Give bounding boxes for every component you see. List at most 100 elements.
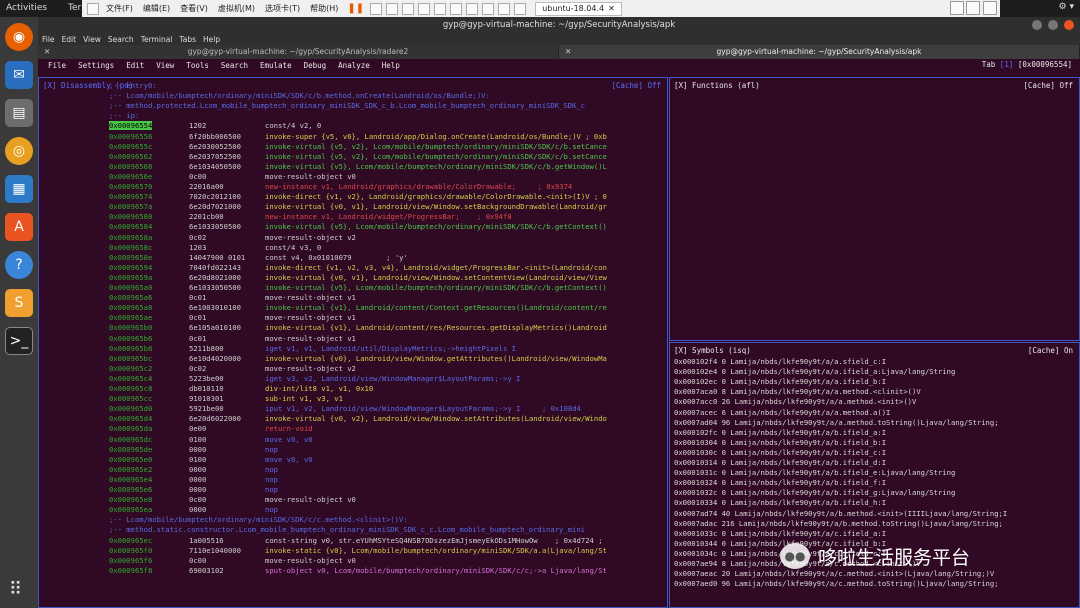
disasm-row[interactable]: 0x0009656e 0c00 move-result-object v0	[109, 172, 665, 182]
vm-menu-view[interactable]: 查看(V)	[176, 3, 212, 14]
symbol-row[interactable]: 0x0007aed0 96 Lamija/nbds/lkfe90y9t/a/c.…	[674, 579, 1078, 589]
r2-menu-tools[interactable]: Tools	[186, 61, 209, 70]
sublime-text-icon[interactable]: S	[5, 289, 33, 317]
disasm-row[interactable]: 0x000965dc 0100 move v0, v0	[109, 435, 665, 445]
symbol-row[interactable]: 0x00010314 0 Lamija/nbds/lkfe90y9t/a/b.i…	[674, 458, 1078, 468]
disasm-row[interactable]: 0x000965a8 6e1003010100 invoke-virtual {v1…	[109, 303, 665, 313]
r2-menu-search[interactable]: Search	[221, 61, 248, 70]
r2-menu-file[interactable]: File	[48, 61, 66, 70]
vm-menu-vm[interactable]: 虚拟机(M)	[214, 3, 259, 14]
vm-menu-file[interactable]: 文件(F)	[102, 3, 137, 14]
disasm-row[interactable]: 0x00096568 6e1034050500 invoke-virtual {v5…	[109, 162, 665, 172]
symbols-title[interactable]: [X] Symbols (isq)	[674, 346, 751, 355]
menu-search[interactable]: Search	[108, 35, 134, 44]
disasm-row[interactable]: 0x000965f0 7110e1040000 invoke-static {v0}…	[109, 546, 665, 556]
disasm-row[interactable]: 0x00096562 6e2037052500 invoke-virtual {v5…	[109, 152, 665, 162]
symbols-cache[interactable]: [Cache] On	[1028, 346, 1073, 355]
close-window-icon[interactable]	[983, 1, 997, 15]
disasm-row[interactable]: 0x000965e0 0100 move v0, v0	[109, 455, 665, 465]
r2-menu-help[interactable]: Help	[382, 61, 400, 70]
pause-icon[interactable]: ❚❚	[344, 3, 367, 14]
r2-menu-settings[interactable]: Settings	[78, 61, 114, 70]
disasm-row[interactable]: 0x000965da 0e00 return-void	[109, 424, 665, 434]
disasm-row[interactable]: 0x000965e2 0000 nop	[109, 465, 665, 475]
functions-panel[interactable]: [X] Functions (afl) [Cache] Off	[669, 77, 1080, 341]
fullscreen-icon[interactable]	[466, 2, 479, 15]
disasm-row[interactable]: 0x00096554 1202 const/4 v2, 0	[109, 121, 665, 131]
disasm-row[interactable]: 0x000965c8 db010110 div-int/lit8 v1, v1, 0…	[109, 384, 665, 394]
vm-tool-icon[interactable]	[386, 2, 399, 15]
disasm-row[interactable]: 0x000965a0 6e1033050500 invoke-virtual {v5…	[109, 283, 665, 293]
r2-menu-analyze[interactable]: Analyze	[338, 61, 370, 70]
disasm-row[interactable]: 0x0009655c 6e2030052500 invoke-virtual {v5…	[109, 142, 665, 152]
disasm-row[interactable]: 0x00096584 6e1033050500 invoke-virtual {v5…	[109, 222, 665, 232]
terminal-content[interactable]: File Settings Edit View Tools Search Emu…	[38, 59, 1080, 608]
functions-title[interactable]: [X] Functions (afl)	[674, 81, 760, 90]
maximize-icon[interactable]	[1048, 20, 1058, 30]
disasm-row[interactable]: 0x0009658e 14047900 0101 const v4, 0x01010…	[109, 253, 665, 263]
close-icon[interactable]	[1064, 20, 1074, 30]
software-center-icon[interactable]: A	[5, 213, 33, 241]
terminal-icon[interactable]: >_	[5, 327, 33, 355]
r2-menu-view[interactable]: View	[156, 61, 174, 70]
maximize-icon[interactable]	[966, 1, 980, 15]
show-applications-icon[interactable]: ⠿	[9, 579, 22, 600]
symbol-row[interactable]: 0x0007ad74 40 Lamija/nbds/lkfe90y9t/a/b.…	[674, 509, 1078, 519]
minimize-icon[interactable]	[1032, 20, 1042, 30]
functions-cache[interactable]: [Cache] Off	[1023, 81, 1073, 90]
disasm-row[interactable]: 0x000965ae 0c01 move-result-object v1	[109, 313, 665, 323]
menu-help[interactable]: Help	[203, 35, 220, 44]
r2-menu-edit[interactable]: Edit	[126, 61, 144, 70]
vm-menu-edit[interactable]: 编辑(E)	[139, 3, 174, 14]
symbol-row[interactable]: 0x0001032c 0 Lamija/nbds/lkfe90y9t/a/b.i…	[674, 488, 1078, 498]
disasm-row[interactable]: 0x0009659a 6e20d8021000 invoke-virtual {v0…	[109, 273, 665, 283]
terminal-app-indicator[interactable]: Ter	[68, 3, 81, 13]
stretch-icon[interactable]	[514, 2, 527, 15]
disasm-row[interactable]: 0x000965c4 5223be00 iget v3, v2, Landroid/…	[109, 374, 665, 384]
system-tray[interactable]: ⚙ ▾	[1059, 2, 1074, 12]
disasm-row[interactable]: 0x00096570 22016a00 new-instance v1, Landr…	[109, 182, 665, 192]
symbol-row[interactable]: 0x000102ec 0 Lamija/nbds/lkfe90y9t/a/a.i…	[674, 377, 1078, 387]
disasm-row[interactable]: 0x000965d4 6e20d6022000 invoke-virtual {v0…	[109, 414, 665, 424]
disasm-row[interactable]: 0x000965b0 6e105a010100 invoke-virtual {v1…	[109, 323, 665, 333]
files-icon[interactable]: ▤	[5, 99, 33, 127]
close-icon[interactable]: ✕	[565, 45, 571, 59]
menu-view[interactable]: View	[83, 35, 101, 44]
symbol-row[interactable]: 0x000102e4 0 Lamija/nbds/lkfe90y9t/a/a.i…	[674, 367, 1078, 377]
disasm-row[interactable]: 0x000965e6 0000 nop	[109, 485, 665, 495]
thunderbird-icon[interactable]: ✉	[5, 61, 33, 89]
help-icon[interactable]: ?	[5, 251, 33, 279]
minimize-icon[interactable]	[950, 1, 964, 15]
symbol-row[interactable]: 0x0001031c 0 Lamija/nbds/lkfe90y9t/a/b.i…	[674, 468, 1078, 478]
disasm-row[interactable]: 0x000965ea 0000 nop	[109, 505, 665, 515]
disasm-row[interactable]: 0x000965a6 0c01 move-result-object v1	[109, 293, 665, 303]
disasm-row[interactable]: 0x00096594 7040fd022143 invoke-direct {v1,…	[109, 263, 665, 273]
symbol-row[interactable]: 0x0001033c 0 Lamija/nbds/lkfe90y9t/a/c.i…	[674, 529, 1078, 539]
firefox-icon[interactable]: ◉	[5, 23, 33, 51]
disasm-row[interactable]: 0x00096580 2201cb00 new-instance v1, Landr…	[109, 212, 665, 222]
disasm-row[interactable]: 0x00096556 6f20bb006500 invoke-super {v5, …	[109, 132, 665, 142]
disasm-row[interactable]: 0x000965cc 91010301 sub-int v1, v3, v1	[109, 394, 665, 404]
menu-tabs[interactable]: Tabs	[179, 35, 196, 44]
tab-radare2[interactable]: ✕ gyp@gyp-virtual-machine: ~/gyp/Securit…	[38, 45, 559, 59]
disasm-row[interactable]: 0x000965de 0000 nop	[109, 445, 665, 455]
console-icon[interactable]	[498, 2, 511, 15]
menu-edit[interactable]: Edit	[62, 35, 77, 44]
disasm-row[interactable]: 0x000965bc 6e10d4020000 invoke-virtual {v0…	[109, 354, 665, 364]
disasm-row[interactable]: 0x000965e8 0c00 move-result-object v0	[109, 495, 665, 505]
symbol-row[interactable]: 0x000102f4 0 Lamija/nbds/lkfe90y9t/a/a.s…	[674, 357, 1078, 367]
disasm-row[interactable]: 0x000965c2 0c02 move-result-object v2	[109, 364, 665, 374]
close-icon[interactable]: ✕	[44, 45, 50, 59]
symbol-row[interactable]: 0x0001030c 0 Lamija/nbds/lkfe90y9t/a/b.i…	[674, 448, 1078, 458]
disasm-row[interactable]: 0x000965f8 69003102 sput-object v0, Lcom/m…	[109, 566, 665, 576]
disassembly-panel[interactable]: [X] Disassembly (pd) [Cache] Off ;-- ent…	[38, 77, 668, 608]
vm-menu-tabs[interactable]: 选项卡(T)	[261, 3, 304, 14]
close-icon[interactable]: ✕	[608, 4, 615, 13]
libreoffice-writer-icon[interactable]: ▦	[5, 175, 33, 203]
disasm-row[interactable]: 0x0009657a 6e20d7021000 invoke-virtual {v0…	[109, 202, 665, 212]
disasm-row[interactable]: 0x000965e4 0000 nop	[109, 475, 665, 485]
symbol-row[interactable]: 0x0007acc0 26 Lamija/nbds/lkfe90y9t/a/a.…	[674, 397, 1078, 407]
snapshot-icon[interactable]	[418, 2, 431, 15]
r2-menu-emulate[interactable]: Emulate	[260, 61, 292, 70]
disasm-row[interactable]: 0x000965b8 5211b800 iget v1, v1, Landroid/…	[109, 344, 665, 354]
